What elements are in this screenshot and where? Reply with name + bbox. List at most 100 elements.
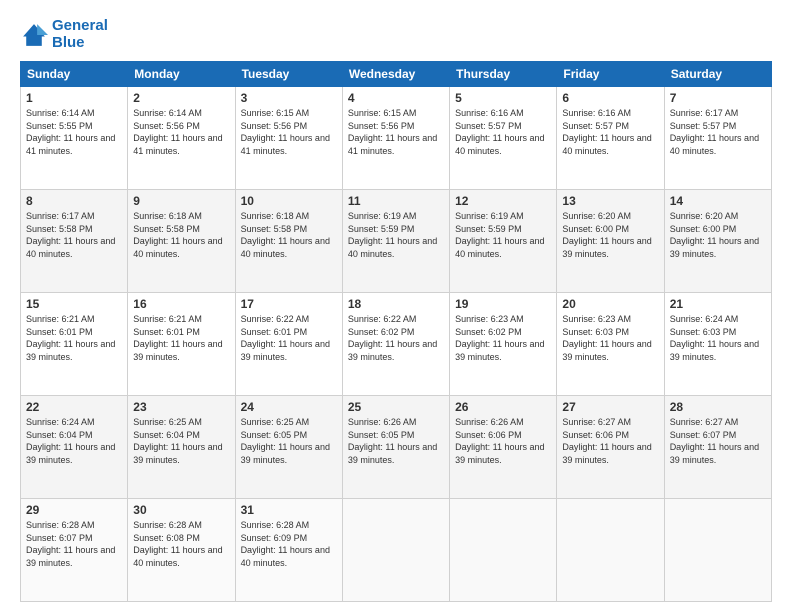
cell-content: Sunrise: 6:21 AMSunset: 6:01 PMDaylight:… bbox=[26, 313, 122, 363]
day-number: 10 bbox=[241, 194, 337, 208]
cell-content: Sunrise: 6:25 AMSunset: 6:05 PMDaylight:… bbox=[241, 416, 337, 466]
calendar-cell: 24 Sunrise: 6:25 AMSunset: 6:05 PMDayligh… bbox=[235, 396, 342, 499]
cell-content: Sunrise: 6:19 AMSunset: 5:59 PMDaylight:… bbox=[455, 210, 551, 260]
day-number: 14 bbox=[670, 194, 766, 208]
day-header-saturday: Saturday bbox=[664, 62, 771, 87]
day-number: 2 bbox=[133, 91, 229, 105]
day-number: 16 bbox=[133, 297, 229, 311]
cell-content: Sunrise: 6:20 AMSunset: 6:00 PMDaylight:… bbox=[562, 210, 658, 260]
day-number: 9 bbox=[133, 194, 229, 208]
day-number: 31 bbox=[241, 503, 337, 517]
cell-content: Sunrise: 6:24 AMSunset: 6:03 PMDaylight:… bbox=[670, 313, 766, 363]
day-number: 12 bbox=[455, 194, 551, 208]
logo-icon bbox=[20, 21, 48, 49]
calendar-week-5: 29 Sunrise: 6:28 AMSunset: 6:07 PMDayligh… bbox=[21, 499, 772, 602]
calendar-week-2: 8 Sunrise: 6:17 AMSunset: 5:58 PMDaylight… bbox=[21, 190, 772, 293]
cell-content: Sunrise: 6:19 AMSunset: 5:59 PMDaylight:… bbox=[348, 210, 444, 260]
calendar-cell: 14 Sunrise: 6:20 AMSunset: 6:00 PMDayligh… bbox=[664, 190, 771, 293]
calendar-cell bbox=[342, 499, 449, 602]
calendar-cell: 26Sunrise: 6:26 AMSunset: 6:06 PMDayligh… bbox=[450, 396, 557, 499]
day-number: 5 bbox=[455, 91, 551, 105]
day-header-wednesday: Wednesday bbox=[342, 62, 449, 87]
calendar-cell: 6 Sunrise: 6:16 AMSunset: 5:57 PMDaylight… bbox=[557, 87, 664, 190]
calendar-cell: 5Sunrise: 6:16 AMSunset: 5:57 PMDaylight… bbox=[450, 87, 557, 190]
day-number: 11 bbox=[348, 194, 444, 208]
cell-content: Sunrise: 6:15 AMSunset: 5:56 PMDaylight:… bbox=[348, 107, 444, 157]
calendar-cell: 12 Sunrise: 6:19 AMSunset: 5:59 PMDayligh… bbox=[450, 190, 557, 293]
calendar-cell: 30 Sunrise: 6:28 AMSunset: 6:08 PMDayligh… bbox=[128, 499, 235, 602]
calendar-cell: 22 Sunrise: 6:24 AMSunset: 6:04 PMDayligh… bbox=[21, 396, 128, 499]
calendar-cell: 29 Sunrise: 6:28 AMSunset: 6:07 PMDayligh… bbox=[21, 499, 128, 602]
day-header-sunday: Sunday bbox=[21, 62, 128, 87]
calendar-cell: 3Sunrise: 6:15 AMSunset: 5:56 PMDaylight… bbox=[235, 87, 342, 190]
calendar-cell: 27 Sunrise: 6:27 AMSunset: 6:06 PMDayligh… bbox=[557, 396, 664, 499]
day-number: 1 bbox=[26, 91, 122, 105]
day-number: 22 bbox=[26, 400, 122, 414]
calendar-cell: 20 Sunrise: 6:23 AMSunset: 6:03 PMDayligh… bbox=[557, 293, 664, 396]
day-number: 3 bbox=[241, 91, 337, 105]
day-header-thursday: Thursday bbox=[450, 62, 557, 87]
page: General Blue SundayMondayTuesdayWednesda… bbox=[0, 0, 792, 612]
logo-text: General Blue bbox=[52, 18, 108, 51]
calendar-header-row: SundayMondayTuesdayWednesdayThursdayFrid… bbox=[21, 62, 772, 87]
cell-content: Sunrise: 6:23 AMSunset: 6:02 PMDaylight:… bbox=[455, 313, 551, 363]
cell-content: Sunrise: 6:23 AMSunset: 6:03 PMDaylight:… bbox=[562, 313, 658, 363]
cell-content: Sunrise: 6:24 AMSunset: 6:04 PMDaylight:… bbox=[26, 416, 122, 466]
calendar-week-1: 1Sunrise: 6:14 AMSunset: 5:55 PMDaylight… bbox=[21, 87, 772, 190]
day-number: 25 bbox=[348, 400, 444, 414]
day-number: 13 bbox=[562, 194, 658, 208]
calendar-body: 1Sunrise: 6:14 AMSunset: 5:55 PMDaylight… bbox=[21, 87, 772, 602]
calendar-cell: 31Sunrise: 6:28 AMSunset: 6:09 PMDayligh… bbox=[235, 499, 342, 602]
calendar-cell: 8 Sunrise: 6:17 AMSunset: 5:58 PMDaylight… bbox=[21, 190, 128, 293]
cell-content: Sunrise: 6:25 AMSunset: 6:04 PMDaylight:… bbox=[133, 416, 229, 466]
day-number: 28 bbox=[670, 400, 766, 414]
cell-content: Sunrise: 6:27 AMSunset: 6:06 PMDaylight:… bbox=[562, 416, 658, 466]
day-number: 21 bbox=[670, 297, 766, 311]
day-number: 24 bbox=[241, 400, 337, 414]
cell-content: Sunrise: 6:20 AMSunset: 6:00 PMDaylight:… bbox=[670, 210, 766, 260]
day-number: 19 bbox=[455, 297, 551, 311]
day-header-tuesday: Tuesday bbox=[235, 62, 342, 87]
cell-content: Sunrise: 6:16 AMSunset: 5:57 PMDaylight:… bbox=[562, 107, 658, 157]
calendar-cell: 7 Sunrise: 6:17 AMSunset: 5:57 PMDaylight… bbox=[664, 87, 771, 190]
day-number: 6 bbox=[562, 91, 658, 105]
day-number: 20 bbox=[562, 297, 658, 311]
day-number: 15 bbox=[26, 297, 122, 311]
day-number: 18 bbox=[348, 297, 444, 311]
day-number: 4 bbox=[348, 91, 444, 105]
day-number: 27 bbox=[562, 400, 658, 414]
day-number: 26 bbox=[455, 400, 551, 414]
day-number: 30 bbox=[133, 503, 229, 517]
logo: General Blue bbox=[20, 18, 108, 51]
day-number: 29 bbox=[26, 503, 122, 517]
cell-content: Sunrise: 6:27 AMSunset: 6:07 PMDaylight:… bbox=[670, 416, 766, 466]
cell-content: Sunrise: 6:18 AMSunset: 5:58 PMDaylight:… bbox=[241, 210, 337, 260]
day-number: 8 bbox=[26, 194, 122, 208]
day-number: 23 bbox=[133, 400, 229, 414]
day-header-friday: Friday bbox=[557, 62, 664, 87]
calendar-cell: 19 Sunrise: 6:23 AMSunset: 6:02 PMDayligh… bbox=[450, 293, 557, 396]
cell-content: Sunrise: 6:28 AMSunset: 6:08 PMDaylight:… bbox=[133, 519, 229, 569]
cell-content: Sunrise: 6:28 AMSunset: 6:07 PMDaylight:… bbox=[26, 519, 122, 569]
calendar: SundayMondayTuesdayWednesdayThursdayFrid… bbox=[20, 61, 772, 602]
calendar-cell: 18Sunrise: 6:22 AMSunset: 6:02 PMDayligh… bbox=[342, 293, 449, 396]
calendar-cell: 21 Sunrise: 6:24 AMSunset: 6:03 PMDayligh… bbox=[664, 293, 771, 396]
calendar-cell bbox=[557, 499, 664, 602]
cell-content: Sunrise: 6:18 AMSunset: 5:58 PMDaylight:… bbox=[133, 210, 229, 260]
cell-content: Sunrise: 6:17 AMSunset: 5:58 PMDaylight:… bbox=[26, 210, 122, 260]
day-number: 7 bbox=[670, 91, 766, 105]
header: General Blue bbox=[20, 18, 772, 51]
cell-content: Sunrise: 6:26 AMSunset: 6:05 PMDaylight:… bbox=[348, 416, 444, 466]
calendar-cell bbox=[664, 499, 771, 602]
day-header-monday: Monday bbox=[128, 62, 235, 87]
calendar-week-3: 15 Sunrise: 6:21 AMSunset: 6:01 PMDayligh… bbox=[21, 293, 772, 396]
calendar-cell: 1Sunrise: 6:14 AMSunset: 5:55 PMDaylight… bbox=[21, 87, 128, 190]
calendar-cell: 13 Sunrise: 6:20 AMSunset: 6:00 PMDayligh… bbox=[557, 190, 664, 293]
cell-content: Sunrise: 6:21 AMSunset: 6:01 PMDaylight:… bbox=[133, 313, 229, 363]
calendar-cell: 17Sunrise: 6:22 AMSunset: 6:01 PMDayligh… bbox=[235, 293, 342, 396]
calendar-cell: 4 Sunrise: 6:15 AMSunset: 5:56 PMDaylight… bbox=[342, 87, 449, 190]
cell-content: Sunrise: 6:14 AMSunset: 5:56 PMDaylight:… bbox=[133, 107, 229, 157]
cell-content: Sunrise: 6:17 AMSunset: 5:57 PMDaylight:… bbox=[670, 107, 766, 157]
calendar-cell bbox=[450, 499, 557, 602]
calendar-cell: 11 Sunrise: 6:19 AMSunset: 5:59 PMDayligh… bbox=[342, 190, 449, 293]
